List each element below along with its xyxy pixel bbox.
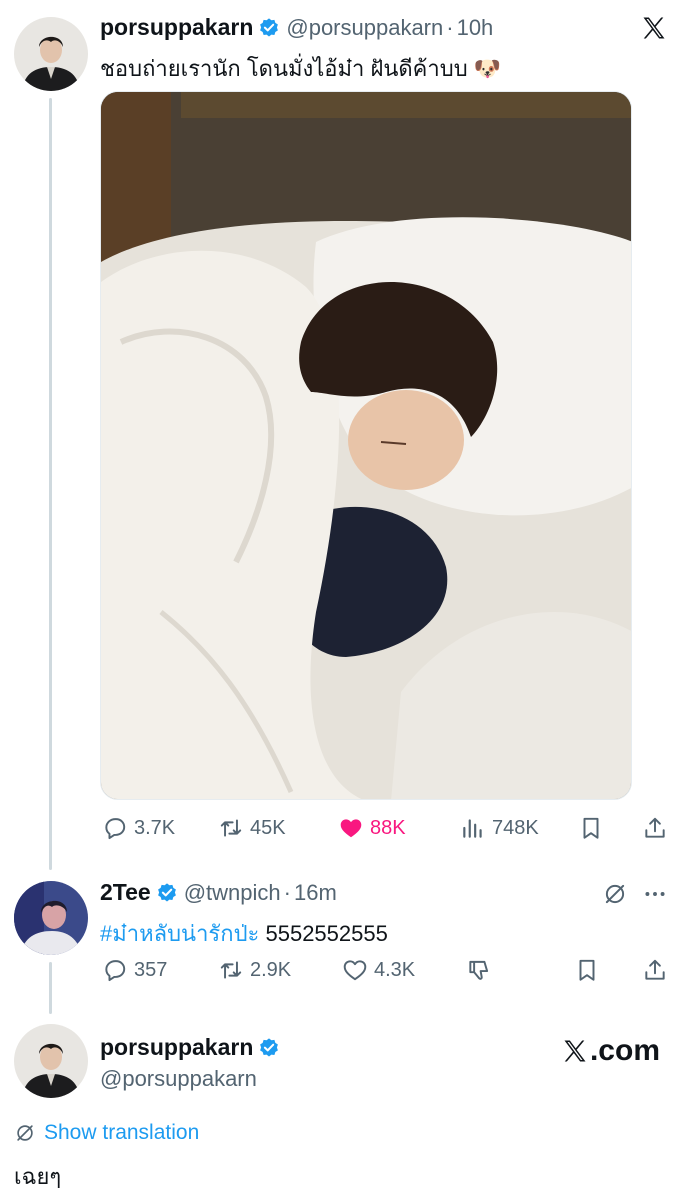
- like-count: 4.3K: [374, 958, 416, 981]
- avatar-image: [14, 1024, 88, 1098]
- share-icon: [645, 959, 665, 980]
- share-button[interactable]: [642, 957, 668, 983]
- display-name[interactable]: porsuppakarn: [100, 1034, 253, 1061]
- reply-count: 357: [134, 958, 168, 981]
- repost-count: 45K: [250, 816, 286, 839]
- brand-text: .com: [589, 1034, 660, 1067]
- separator-dot: ·: [283, 879, 291, 905]
- translate-icon: [17, 1125, 33, 1141]
- tweet-photo[interactable]: [100, 91, 632, 800]
- avatar-image: [14, 881, 88, 955]
- avatar[interactable]: [14, 1024, 88, 1098]
- x-com-brand: .com: [561, 1034, 660, 1068]
- repost-icon: [220, 819, 242, 837]
- handle[interactable]: @twnpich: [184, 880, 281, 906]
- handle[interactable]: @porsuppakarn: [100, 1066, 257, 1092]
- tweet-text: ชอบถ่ายเรานัก โดนมั่งไอ้ม๋า ฝันดีค้าบบ 🐶: [100, 51, 501, 86]
- x-logo-icon[interactable]: [640, 14, 668, 42]
- display-name[interactable]: porsuppakarn: [100, 14, 253, 41]
- tweet-actions: 357 2.9K 4.3K: [100, 952, 670, 988]
- x-logo-icon: [564, 1040, 586, 1062]
- reply-icon: [105, 818, 126, 840]
- hashtag-link[interactable]: #ม๋าหลับน่ารักป่ะ: [100, 921, 259, 946]
- share-icon: [645, 817, 665, 838]
- display-name[interactable]: 2Tee: [100, 879, 151, 906]
- verified-badge-icon: [157, 882, 176, 902]
- dog-emoji: 🐶: [473, 56, 502, 81]
- timestamp[interactable]: 10h: [457, 15, 494, 41]
- repost-button[interactable]: 45K: [218, 815, 286, 841]
- reply-icon: [105, 960, 126, 982]
- bookmark-button[interactable]: [574, 957, 600, 983]
- repost-button[interactable]: 2.9K: [218, 957, 291, 983]
- repost-count: 2.9K: [250, 958, 292, 981]
- verified-badge-icon: [260, 1037, 279, 1057]
- heart-icon: [343, 960, 367, 981]
- more-icon[interactable]: [642, 881, 668, 907]
- like-count: 88K: [370, 816, 406, 839]
- share-button[interactable]: [642, 815, 668, 841]
- reply-count: 3.7K: [134, 816, 176, 839]
- thread-line: [49, 962, 52, 1014]
- repost-icon: [220, 961, 242, 979]
- reply-header: porsuppakarn: [100, 1034, 280, 1061]
- downvote-button[interactable]: [466, 957, 492, 983]
- reply-button[interactable]: 357: [102, 957, 167, 983]
- separator-dot: ·: [446, 14, 454, 40]
- downvote-icon: [469, 960, 489, 980]
- avatar[interactable]: [14, 881, 88, 955]
- bookmark-icon: [579, 959, 595, 981]
- tweet-header: 2Tee @twnpich · 16m: [100, 879, 337, 906]
- bookmark-icon: [583, 817, 599, 839]
- tweet-body: ชอบถ่ายเรานัก โดนมั่งไอ้ม๋า ฝันดีค้าบบ: [100, 56, 468, 81]
- photo-image: [101, 92, 631, 799]
- timestamp[interactable]: 16m: [294, 880, 337, 906]
- tweet-text: #ม๋าหลับน่ารักป่ะ 5552552555: [100, 916, 388, 951]
- avatar[interactable]: [14, 17, 88, 91]
- tweet-actions: 3.7K 45K 88K 748K: [100, 810, 670, 846]
- views-count: 748K: [492, 816, 539, 839]
- tweet-body: 5552552555: [265, 921, 388, 946]
- translate-icon[interactable]: [602, 881, 628, 907]
- thread-line: [49, 98, 52, 870]
- like-button[interactable]: 4.3K: [342, 957, 415, 983]
- like-button[interactable]: 88K: [338, 815, 406, 841]
- handle[interactable]: @porsuppakarn: [286, 15, 443, 41]
- reply-button[interactable]: 3.7K: [102, 815, 175, 841]
- heart-filled-icon: [340, 819, 362, 838]
- avatar-image: [14, 17, 88, 91]
- views-icon: [463, 819, 482, 838]
- views-button[interactable]: 748K: [460, 815, 539, 841]
- bookmark-button[interactable]: [578, 815, 604, 841]
- show-translation-link[interactable]: Show translation: [14, 1121, 199, 1145]
- verified-badge-icon: [260, 17, 279, 37]
- show-translation-label: Show translation: [44, 1121, 200, 1144]
- tweet-header: porsuppakarn @porsuppakarn · 10h: [100, 14, 493, 41]
- reply-text: เฉยๆ: [14, 1164, 62, 1189]
